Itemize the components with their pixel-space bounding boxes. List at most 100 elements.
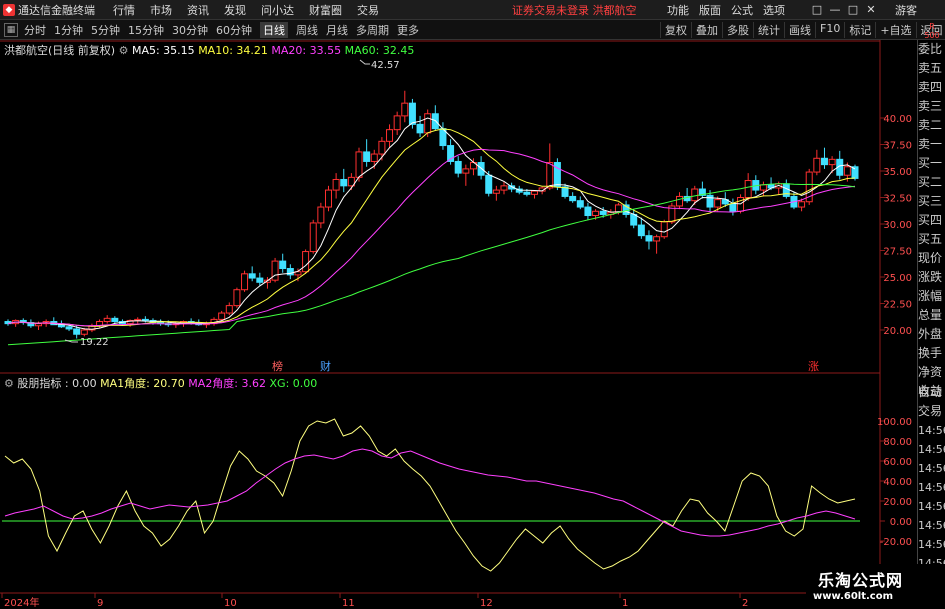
sidebar-item[interactable]: 买三 xyxy=(918,192,945,211)
menu-market[interactable]: 市场 xyxy=(150,2,172,18)
guest-login[interactable]: 游客 xyxy=(895,2,917,18)
sidebar-item[interactable]: 现价 xyxy=(918,249,945,268)
sidebar-item[interactable]: 买五 xyxy=(918,230,945,249)
sidebar-item[interactable]: 卖三 xyxy=(918,97,945,116)
high-price-label: 42.57 xyxy=(371,60,400,71)
candle[interactable] xyxy=(271,257,279,283)
app-title: 通达信金融终端 xyxy=(18,3,95,17)
ma20-value: MA20: 33.55 xyxy=(271,44,342,57)
chart-tools: 复权 叠加 多股 统计 画线 F10 标记 +自选 返回 xyxy=(660,21,945,38)
main-y-label: 27.50 xyxy=(883,247,912,258)
stock-title: 洪都航空(日线 前复权) xyxy=(4,44,116,57)
candle[interactable] xyxy=(302,249,310,274)
menu-formula[interactable]: 公式 xyxy=(731,2,753,18)
main-y-label: 32.50 xyxy=(883,194,912,205)
menu-layout[interactable]: 版面 xyxy=(699,2,721,18)
sidebar-item[interactable]: 卖五 xyxy=(918,59,945,78)
main-y-label: 37.50 xyxy=(883,141,912,152)
x-label: 2024年 xyxy=(4,596,39,609)
ma5-value: MA5: 35.15 xyxy=(131,44,195,57)
tool-multi-stock[interactable]: 多股 xyxy=(722,21,753,38)
sidebar-item[interactable]: 总量 xyxy=(918,306,945,325)
main-y-label: 30.00 xyxy=(883,220,912,231)
period-multi[interactable]: 多周期 xyxy=(356,22,389,38)
tool-f10[interactable]: F10 xyxy=(815,21,844,38)
period-60min[interactable]: 60分钟 xyxy=(216,22,252,38)
sidebar-time: 14:56 xyxy=(918,538,945,551)
candle[interactable] xyxy=(660,219,668,239)
candle[interactable] xyxy=(324,185,332,212)
period-1min[interactable]: 1分钟 xyxy=(54,22,83,38)
sidebar-item[interactable]: 换手 xyxy=(918,344,945,363)
candle[interactable] xyxy=(241,270,249,292)
ind-y-label: 40.00 xyxy=(883,477,912,488)
tool-draw[interactable]: 画线 xyxy=(784,21,815,38)
sidebar-time: 14:56 xyxy=(918,500,945,513)
settings-icon[interactable]: ⚙ xyxy=(119,44,129,57)
period-monthly[interactable]: 月线 xyxy=(326,22,348,38)
sidebar-item[interactable]: 买二 xyxy=(918,173,945,192)
minimize-icon[interactable]: — xyxy=(826,3,844,16)
menu-quotes[interactable]: 行情 xyxy=(113,2,135,18)
marker-rise[interactable]: 涨 xyxy=(808,360,819,373)
indicator-name: 股朋指标 xyxy=(17,377,62,390)
period-30min[interactable]: 30分钟 xyxy=(172,22,208,38)
sidebar-item[interactable]: 买四 xyxy=(918,211,945,230)
tool-stats[interactable]: 统计 xyxy=(753,21,784,38)
period-15min[interactable]: 15分钟 xyxy=(128,22,164,38)
login-notice: 证券交易未登录 洪都航空 xyxy=(512,3,637,17)
ma10-value: MA10: 34.21 xyxy=(198,44,268,57)
period-more[interactable]: 更多 xyxy=(397,22,419,38)
sidebar-lower: 自动 交易 14:56 14:56 14:56 14:56 14:56 14:56 14:5… xyxy=(918,383,945,573)
menu-discover[interactable]: 发现 xyxy=(224,2,246,18)
sidebar-item[interactable]: 卖一 xyxy=(918,135,945,154)
main-y-label: 22.50 xyxy=(883,300,912,311)
tool-add-watchlist[interactable]: +自选 xyxy=(875,21,915,38)
menu-trade[interactable]: 交易 xyxy=(357,2,379,18)
sidebar-auto[interactable]: 自动 xyxy=(918,383,945,402)
sidebar-item[interactable]: 净资 xyxy=(918,363,945,382)
sidebar-trade[interactable]: 交易 xyxy=(918,402,945,421)
ma60-value: MA60: 32.45 xyxy=(344,44,415,57)
sidebar-item[interactable]: 委比 xyxy=(918,40,945,59)
restore-icon[interactable]: □ xyxy=(808,3,826,16)
period-daily[interactable]: 日线 xyxy=(260,21,288,38)
candle[interactable] xyxy=(805,168,813,205)
menu-ask[interactable]: 问小达 xyxy=(261,2,294,18)
maximize-icon[interactable]: □ xyxy=(844,3,862,16)
grid-icon[interactable]: ▦ xyxy=(4,22,18,37)
menu-wealth[interactable]: 财富圈 xyxy=(309,2,342,18)
period-5min[interactable]: 5分钟 xyxy=(91,22,120,38)
tool-adjust[interactable]: 复权 xyxy=(660,21,691,38)
sidebar-item[interactable]: 买一 xyxy=(918,154,945,173)
ind-y-label: 60.00 xyxy=(883,457,912,468)
period-weekly[interactable]: 周线 xyxy=(296,22,318,38)
app-logo-icon: ◆ xyxy=(3,3,15,16)
close-icon[interactable]: ✕ xyxy=(862,3,880,16)
marker-finance[interactable]: 财 xyxy=(320,359,331,373)
low-price-label: 19.22 xyxy=(80,337,109,348)
marker-list[interactable]: 榜 xyxy=(272,359,283,373)
tool-overlay[interactable]: 叠加 xyxy=(691,21,722,38)
sidebar-badge: R 500 xyxy=(924,22,940,40)
period-toolbar: ▦ 分时 1分钟 5分钟 15分钟 30分钟 60分钟 日线 周线 月线 多周期… xyxy=(0,20,945,40)
tool-mark[interactable]: 标记 xyxy=(844,21,875,38)
sidebar-item[interactable]: 卖二 xyxy=(918,116,945,135)
ind-y-label: 100.00 xyxy=(877,417,912,428)
menu-options[interactable]: 选项 xyxy=(763,2,785,18)
candle[interactable] xyxy=(309,219,317,254)
ind-y-label: 80.00 xyxy=(883,437,912,448)
sidebar-item[interactable]: 外盘 xyxy=(918,325,945,344)
sidebar-item[interactable]: 涨跌 xyxy=(918,268,945,287)
sidebar-item[interactable]: 涨幅 xyxy=(918,287,945,306)
chart-canvas[interactable]: 40.00 37.50 35.00 32.50 30.00 27.50 25.00 22.50… xyxy=(0,40,917,609)
menu-function[interactable]: 功能 xyxy=(667,2,689,18)
sidebar-item[interactable]: 卖四 xyxy=(918,78,945,97)
ind-y-label: -20.00 xyxy=(880,537,912,548)
menu-news[interactable]: 资讯 xyxy=(187,2,209,18)
x-label: 9 xyxy=(97,598,103,609)
ma1-angle: MA1角度: 20.70 xyxy=(100,377,185,390)
candle[interactable] xyxy=(233,287,241,308)
indicator-settings-icon[interactable]: ⚙ xyxy=(4,377,14,390)
period-intraday[interactable]: 分时 xyxy=(24,22,46,38)
